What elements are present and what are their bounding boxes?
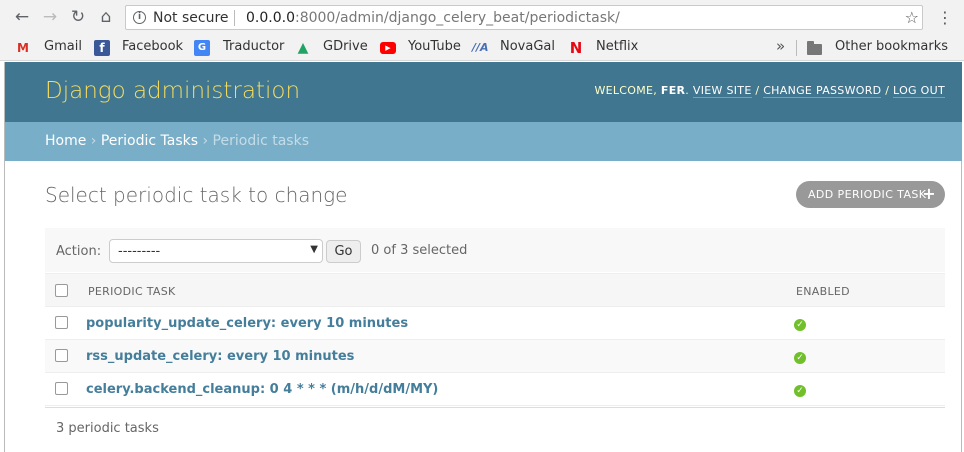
bookmark-youtube[interactable]: YouTube (408, 39, 461, 54)
breadcrumb-home[interactable]: Home (45, 133, 86, 149)
security-label[interactable]: Not secure (153, 10, 229, 26)
translate-icon: G (194, 40, 210, 56)
table-row: celery.backend_cleanup: 0 4 * * * (m/h/d… (45, 373, 945, 406)
admin-page: Django administration WELCOME, FER. VIEW… (4, 62, 962, 452)
enabled-yes-icon: ✓ (794, 319, 806, 331)
bookmark-star-icon[interactable]: ☆ (905, 8, 919, 27)
plus-icon: + (922, 184, 936, 203)
drive-icon: ▲ (297, 40, 309, 56)
breadcrumb: Home › Periodic Tasks › Periodic tasks (5, 122, 962, 161)
results-table: PERIODIC TASK ENABLED popularity_update_… (45, 273, 945, 406)
welcome-text: WELCOME, (594, 84, 658, 97)
add-periodic-task-button[interactable]: ADD PERIODIC TASK + (796, 181, 945, 208)
browser-toolbar: ← → ↻ ⌂ i Not secure 0.0.0.0:8000/admin/… (0, 0, 964, 35)
view-site-link[interactable]: VIEW SITE (692, 84, 752, 98)
folder-icon (807, 41, 822, 55)
row-checkbox[interactable] (55, 349, 68, 362)
task-link[interactable]: celery.backend_cleanup: 0 4 * * * (m/h/d… (86, 382, 438, 397)
back-arrow-icon[interactable]: ← (12, 7, 32, 27)
more-bookmarks-chevron-icon[interactable]: » (776, 37, 785, 55)
youtube-icon: ▶ (380, 42, 396, 54)
enabled-yes-icon: ✓ (794, 385, 806, 397)
selection-counter: 0 of 3 selected (371, 243, 468, 258)
home-icon[interactable]: ⌂ (96, 7, 116, 27)
action-selected-option: --------- (118, 244, 161, 259)
page-title: Select periodic task to change (45, 183, 348, 207)
row-checkbox[interactable] (55, 316, 68, 329)
username: FER (660, 84, 686, 97)
bookmark-gdrive[interactable]: GDrive (323, 39, 368, 54)
other-bookmarks[interactable]: Other bookmarks (835, 39, 948, 54)
bookmarks-bar: M Gmail f Facebook G Traductor ▲ GDrive … (0, 35, 964, 61)
bookmark-facebook[interactable]: Facebook (122, 39, 183, 54)
bookmark-traductor[interactable]: Traductor (223, 39, 284, 54)
table-header: PERIODIC TASK ENABLED (45, 273, 945, 307)
column-header-periodic-task[interactable]: PERIODIC TASK (88, 285, 176, 298)
table-row: popularity_update_celery: every 10 minut… (45, 307, 945, 340)
url-host: 0.0.0.0 (246, 10, 295, 26)
task-link[interactable]: popularity_update_celery: every 10 minut… (86, 316, 408, 331)
change-password-link[interactable]: CHANGE PASSWORD (763, 84, 882, 98)
breadcrumb-periodic-tasks-app[interactable]: Periodic Tasks (101, 133, 198, 149)
column-header-enabled[interactable]: ENABLED (796, 285, 850, 298)
reload-icon[interactable]: ↻ (68, 7, 88, 27)
site-branding[interactable]: Django administration (45, 78, 300, 104)
enabled-yes-icon: ✓ (794, 352, 806, 364)
bookmarks-divider (796, 40, 797, 56)
netflix-icon: N (569, 39, 583, 57)
select-all-checkbox[interactable] (55, 284, 68, 297)
go-button[interactable]: Go (326, 240, 361, 263)
forward-arrow-icon[interactable]: → (40, 7, 60, 27)
address-bar[interactable]: i Not secure 0.0.0.0:8000/admin/django_c… (125, 5, 923, 30)
add-button-label: ADD PERIODIC TASK (808, 188, 927, 201)
facebook-icon: f (94, 40, 110, 56)
browser-menu-icon[interactable]: ⋮ (937, 8, 953, 28)
task-link[interactable]: rss_update_celery: every 10 minutes (86, 349, 354, 364)
row-checkbox[interactable] (55, 382, 68, 395)
action-label: Action: (56, 244, 102, 259)
address-divider (234, 10, 235, 26)
bookmark-novagal[interactable]: NovaGal (500, 39, 555, 54)
log-out-link[interactable]: LOG OUT (893, 84, 945, 98)
gmail-icon: M (17, 41, 29, 55)
breadcrumb-current: Periodic tasks (212, 133, 310, 149)
user-tools: WELCOME, FER. VIEW SITE / CHANGE PASSWOR… (594, 84, 945, 98)
dropdown-arrow-icon: ▼ (310, 244, 318, 255)
actions-bar: Action: --------- ▼ Go 0 of 3 selected (45, 228, 945, 272)
action-select[interactable]: --------- ▼ (109, 239, 323, 263)
url-text[interactable]: 0.0.0.0:8000/admin/django_celery_beat/pe… (246, 10, 620, 26)
bookmark-gmail[interactable]: Gmail (44, 39, 82, 54)
info-icon[interactable]: i (133, 11, 146, 24)
bookmark-netflix[interactable]: Netflix (596, 39, 638, 54)
table-row: rss_update_celery: every 10 minutes ✓ (45, 340, 945, 373)
admin-header: Django administration WELCOME, FER. VIEW… (5, 62, 962, 122)
url-path: :8000/admin/django_celery_beat/periodict… (294, 10, 620, 26)
paginator: 3 periodic tasks (45, 407, 945, 449)
novagal-icon: //A (472, 41, 489, 54)
